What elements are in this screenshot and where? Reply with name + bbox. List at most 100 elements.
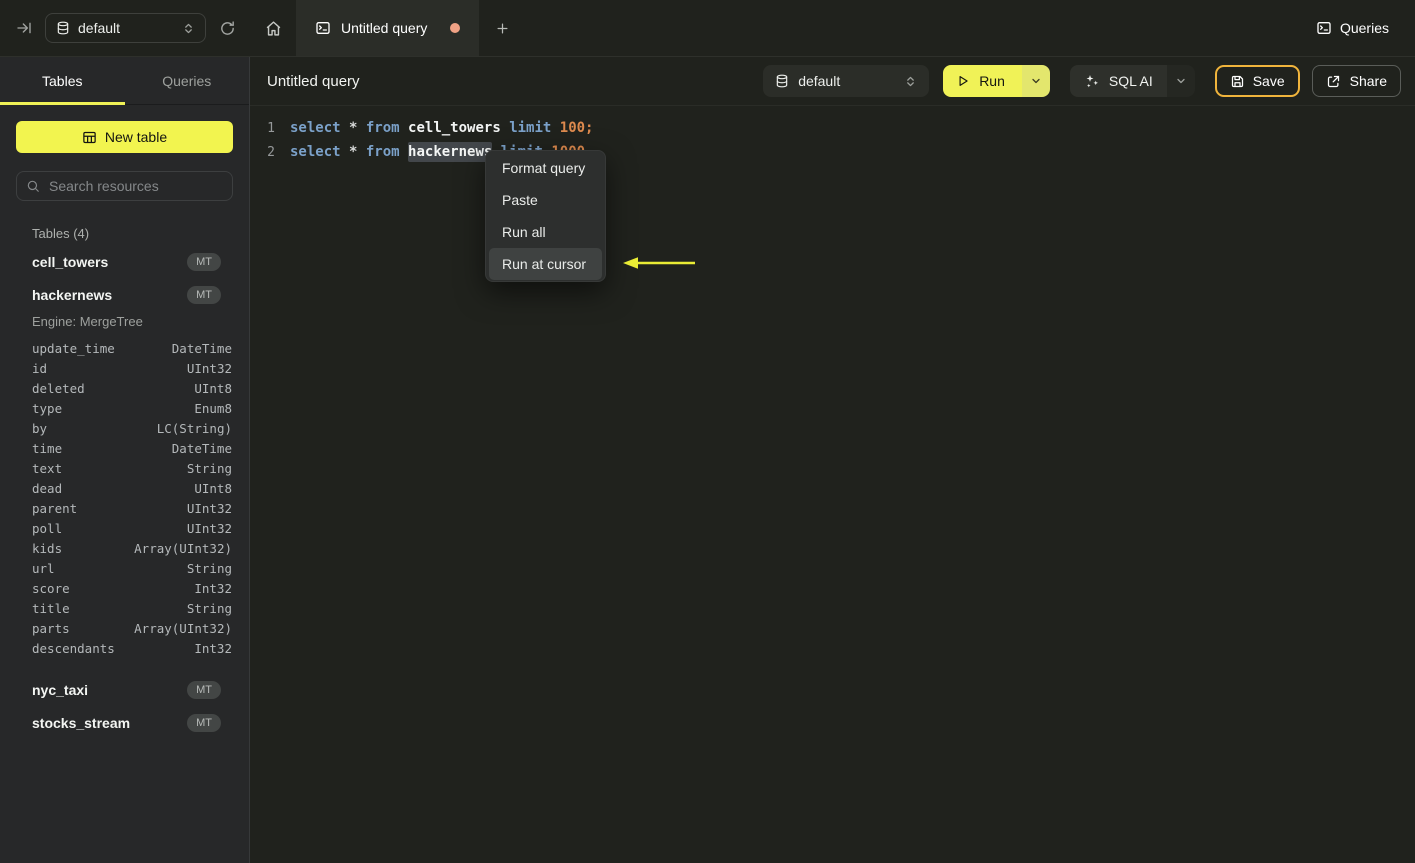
code-token: * [349,120,366,136]
table-column-row: type Enum8 [0,398,249,418]
table-column-row: update_time DateTime [0,338,249,358]
home-icon[interactable] [250,0,296,56]
save-button[interactable]: Save [1214,65,1300,97]
sidebar-tab-tables[interactable]: Tables [0,57,125,105]
table-name: nyc_taxi [32,681,89,698]
share-icon [1326,74,1341,89]
column-name: poll [32,520,63,536]
engine-badge: MT [187,285,221,304]
code-token: select [290,144,350,160]
table-column-row: parts Array(UInt32) [0,618,249,638]
queries-button[interactable]: Queries [1316,20,1389,36]
line-number: 1 [267,120,275,136]
tab-untitled-query[interactable]: Untitled query [296,0,480,56]
code-token: * [349,144,366,160]
run-button[interactable]: Run [943,65,1022,97]
engine-badge: MT [187,680,221,699]
column-name: title [32,600,70,616]
search-box [16,171,233,201]
topbar: default Untitled query Queries [0,0,1415,57]
table-name: hackernews [32,286,113,303]
sql-ai-button-group: SQL AI [1069,65,1195,97]
sidebar-tab-tables-label: Tables [42,72,83,89]
column-type: UInt32 [186,500,232,516]
column-type: String [186,560,232,576]
sparkles-icon [1084,73,1100,89]
new-table-label: New table [104,129,168,145]
annotation-arrow [621,256,697,270]
column-type: UInt32 [186,360,232,376]
code-token: from [365,144,409,160]
table-column-row: deleted UInt8 [0,378,249,398]
query-database-selector[interactable]: default [763,65,930,97]
topbar-database-selector[interactable]: default [45,13,206,43]
share-button[interactable]: Share [1311,65,1401,97]
table-column-row: title String [0,598,249,618]
unsaved-indicator-dot [450,23,461,33]
sql-editor[interactable]: 1 select * from cell_towers limit 100; 2… [250,106,1415,863]
column-type: UInt8 [194,380,232,396]
table-name: cell_towers [32,253,109,270]
column-name: url [32,560,55,576]
table-row-hackernews[interactable]: hackernews MT [0,278,249,311]
updown-icon [182,22,195,35]
new-table-button[interactable]: New table [16,121,233,153]
column-name: parent [32,500,78,516]
chevron-down-icon [1030,75,1042,87]
table-column-row: score Int32 [0,578,249,598]
query-title: Untitled query [267,72,360,90]
context-menu-item[interactable]: Format query [489,152,602,184]
column-name: update_time [32,340,115,356]
new-tab-icon[interactable] [479,0,526,56]
context-menu-item[interactable]: Paste [489,184,602,216]
table-column-row: time DateTime [0,438,249,458]
editor-controls: default Run SQL AI Save Share [763,65,1401,97]
sidebar-tabs: Tables Queries [0,57,249,105]
table-column-row: parent UInt32 [0,498,249,518]
column-name: parts [32,620,70,636]
engine-badge: MT [187,713,221,732]
terminal-icon [315,20,331,36]
refresh-icon[interactable] [219,20,236,37]
column-name: score [32,580,70,596]
search-input[interactable] [47,177,223,195]
database-icon [56,21,70,35]
code-token: select [290,120,350,136]
collapse-sidebar-icon[interactable] [16,20,32,36]
save-button-label: Save [1252,73,1285,89]
code-token: limit [509,120,560,136]
tables-section-label: Tables (4) [32,226,90,241]
run-options-dropdown[interactable] [1021,65,1050,97]
chevron-down-icon [1175,75,1187,87]
sql-ai-button[interactable]: SQL AI [1069,65,1167,97]
editor-header: Untitled query default Run SQL AI Save S… [250,57,1415,106]
sidebar-tab-queries[interactable]: Queries [125,57,250,104]
table-row-nyc-taxi[interactable]: nyc_taxi MT [0,673,249,706]
search-icon [26,179,40,193]
column-name: kids [32,540,63,556]
engine-badge: MT [187,252,221,271]
editor-context-menu: Format query Paste Run all Run at cursor [485,150,606,282]
tab-strip: Untitled query [250,0,526,56]
column-type: UInt32 [186,520,232,536]
column-name: descendants [32,640,115,656]
context-menu-item[interactable]: Run at cursor [489,248,602,280]
sql-ai-label: SQL AI [1108,73,1153,89]
column-type: Int32 [194,580,232,596]
context-menu-item[interactable]: Run all [489,216,602,248]
column-name: time [32,440,63,456]
column-type: LC(String) [156,420,232,436]
table-row-stocks-stream[interactable]: stocks_stream MT [0,706,249,739]
table-column-row: text String [0,458,249,478]
line-number: 2 [267,144,275,160]
column-type: Enum8 [194,400,232,416]
table-row-cell-towers[interactable]: cell_towers MT [0,245,249,278]
app-window: default Untitled query Queries Tables Qu… [0,0,1415,863]
column-name: dead [32,480,63,496]
table-column-row: kids Array(UInt32) [0,538,249,558]
column-name: type [32,400,63,416]
column-name: deleted [32,380,85,396]
table-column-row: id UInt32 [0,358,249,378]
sql-ai-dropdown[interactable] [1166,65,1195,97]
main-area: Untitled query default Run SQL AI Save S… [250,57,1415,863]
